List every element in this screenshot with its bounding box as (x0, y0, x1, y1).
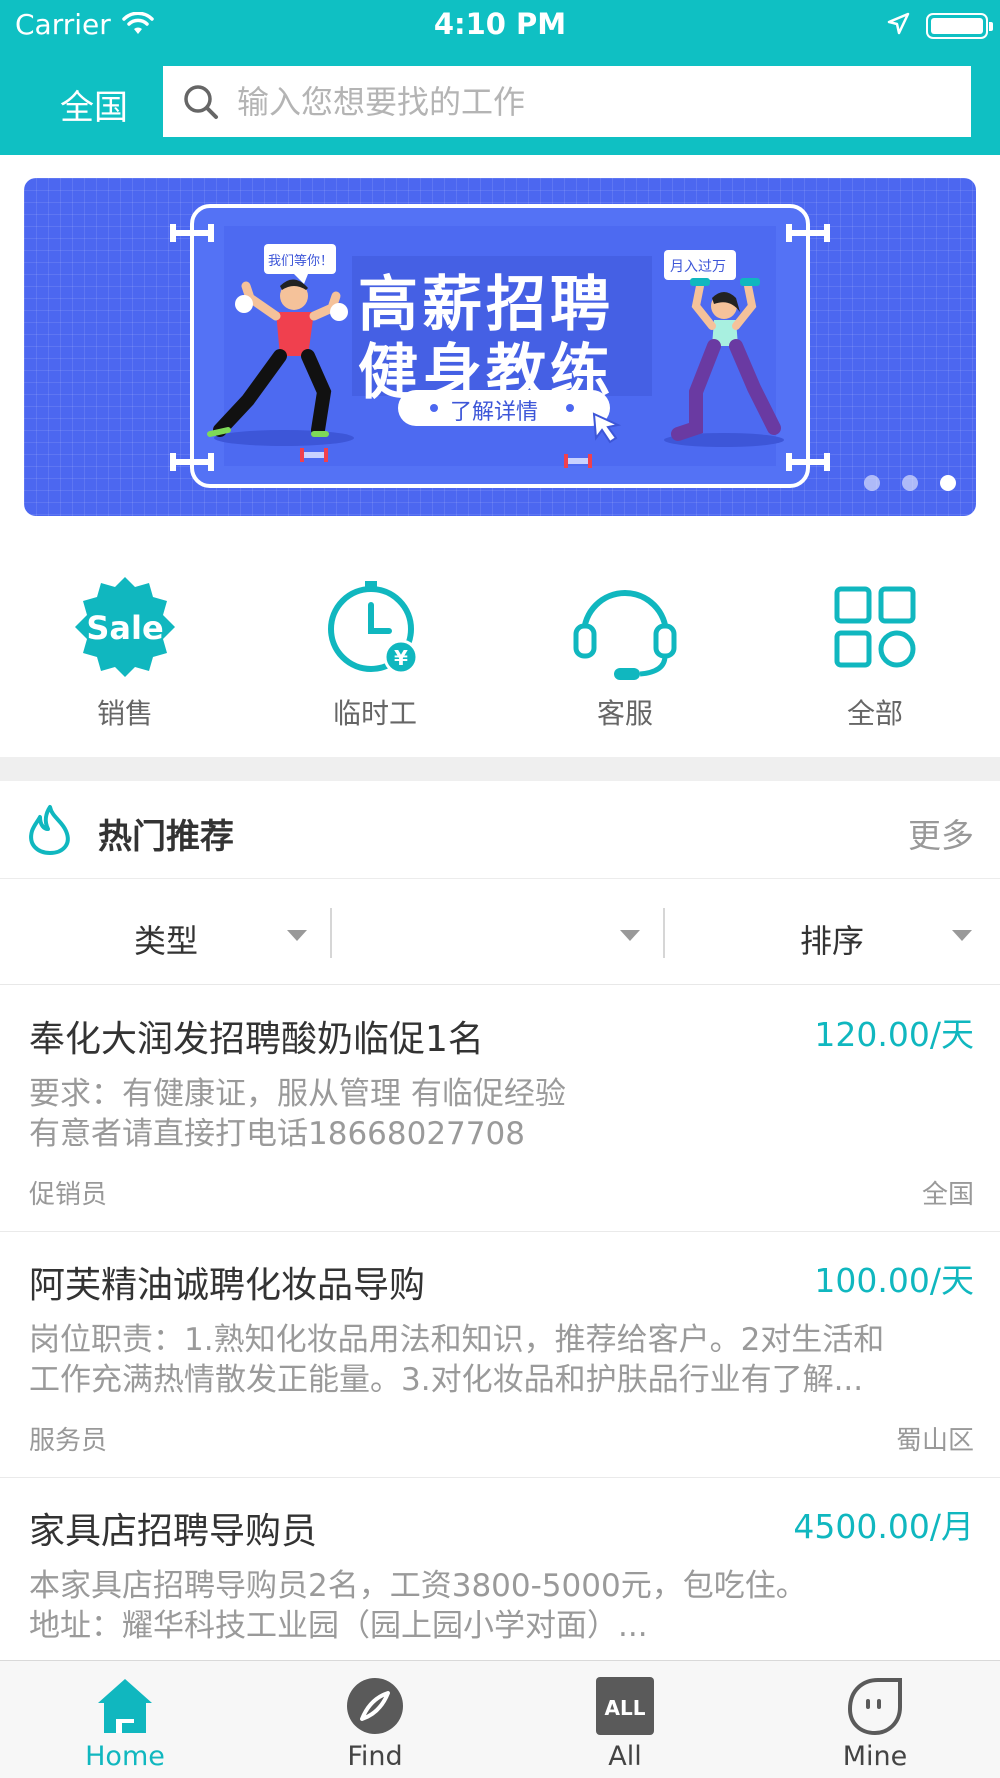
category-temp-work[interactable]: ¥ 临时工 (250, 572, 500, 742)
section-divider (0, 757, 1000, 781)
job-description: 本家具店招聘导购员2名，工资3800-5000元，包吃住。 地址：耀华科技工业园… (29, 1566, 974, 1646)
filter-middle[interactable] (332, 880, 662, 985)
category-label: 全部 (846, 697, 903, 730)
banner-dot-2[interactable] (902, 475, 918, 491)
tab-mine[interactable]: Mine (750, 1661, 1000, 1778)
job-description-line: 有意者请直接打电话18668027708 (29, 1116, 525, 1152)
location-arrow-icon (887, 12, 910, 35)
home-icon (98, 1679, 152, 1733)
category-label: 销售 (96, 697, 153, 730)
header-bar: Carrier 4:10 PM 全国 (0, 0, 1000, 155)
tab-label: Find (347, 1741, 403, 1772)
tab-home[interactable]: Home (0, 1661, 250, 1778)
grid-icon (834, 586, 916, 668)
category-grid: Sale 销售 ¥ 临时工 客服 全部 (0, 572, 1000, 742)
caret-down-icon (287, 930, 307, 941)
app-root: Carrier 4:10 PM 全国 输入您想要找的工作 我们等你！ 月入过万 … (0, 0, 1000, 1778)
banner-pagination[interactable] (864, 475, 956, 491)
hot-section-header: 热门推荐 更多 (0, 781, 1000, 879)
job-title: 阿芙精油诚聘化妆品导购 (29, 1265, 426, 1306)
filter-type[interactable]: 类型 (0, 880, 330, 985)
filter-sort[interactable]: 排序 (665, 880, 1000, 985)
status-bar: Carrier 4:10 PM (0, 0, 1000, 50)
filter-label: 类型 (134, 922, 199, 960)
yen-badge-text: ¥ (394, 646, 408, 670)
job-description-line: 工作充满热情散发正能量。3.对化妆品和护肤品行业有了解... (29, 1362, 864, 1398)
job-description-line: 岗位职责：1.熟知化妆品用法和知识，推荐给客户。2对生活和 (29, 1322, 885, 1358)
clock-yen-icon: ¥ (328, 581, 419, 675)
banner-dot-3[interactable] (940, 475, 956, 491)
banner-bubble-right: 月入过万 (670, 259, 726, 275)
all-icon: ALL (596, 1677, 654, 1735)
tab-all[interactable]: ALL All (500, 1661, 750, 1778)
profile-face-icon (847, 1678, 902, 1736)
battery-icon (926, 13, 993, 39)
filter-bar: 类型 排序 (0, 880, 1000, 985)
tab-find[interactable]: Find (250, 1661, 500, 1778)
promo-banner[interactable]: 我们等你！ 月入过万 高薪招聘 健身教练 了解详情 (24, 178, 976, 516)
job-description-line: 要求：有健康证，服从管理 有临促经验 (29, 1076, 566, 1112)
banner-cta[interactable]: 了解详情 (450, 394, 538, 426)
sale-badge-text: Sale (86, 609, 163, 647)
all-badge-text: ALL (605, 1696, 646, 1720)
category-label: 客服 (596, 697, 653, 730)
banner-dot-1[interactable] (864, 475, 880, 491)
tab-label: All (608, 1741, 642, 1772)
caret-down-icon (952, 930, 972, 941)
banner-bubble-left: 我们等你！ (268, 254, 334, 269)
job-title: 家具店招聘导购员 (29, 1511, 318, 1552)
tab-bar: Home Find ALL All Mine (0, 1660, 1000, 1778)
job-item[interactable]: 奉化大润发招聘酸奶临促1名 120.00/天 要求：有健康证，服从管理 有临促经… (0, 986, 1000, 1232)
job-category: 促销员 (29, 1180, 108, 1210)
caret-down-icon (620, 930, 640, 941)
job-area: 蜀山区 (895, 1426, 974, 1456)
job-pay: 120.00/天 (814, 1015, 974, 1054)
compass-icon (347, 1678, 403, 1734)
search-input[interactable] (237, 82, 917, 121)
job-description-line: 本家具店招聘导购员2名，工资3800-5000元，包吃住。 (29, 1568, 807, 1604)
job-description-line: 地址：耀华科技工业园（园上园小学对面）... (29, 1608, 648, 1644)
job-description: 岗位职责：1.熟知化妆品用法和知识，推荐给客户。2对生活和 工作充满热情散发正能… (29, 1320, 974, 1400)
search-bar[interactable] (163, 66, 971, 137)
headset-icon (573, 590, 677, 680)
job-area: 全国 (921, 1180, 974, 1210)
region-selector[interactable]: 全国 (60, 80, 128, 129)
category-label: 临时工 (332, 697, 417, 730)
category-customer-service[interactable]: 客服 (500, 572, 750, 742)
job-item[interactable]: 阿芙精油诚聘化妆品导购 100.00/天 岗位职责：1.熟知化妆品用法和知识，推… (0, 1232, 1000, 1478)
filter-label: 排序 (800, 922, 865, 960)
job-pay: 100.00/天 (814, 1261, 974, 1300)
sale-badge-icon: Sale (75, 577, 175, 677)
flame-icon (29, 805, 70, 855)
category-sales[interactable]: Sale 销售 (0, 572, 250, 742)
tab-label: Mine (842, 1741, 908, 1772)
tab-label: Home (85, 1741, 165, 1772)
job-description: 要求：有健康证，服从管理 有临促经验 有意者请直接打电话18668027708 (29, 1074, 974, 1154)
search-icon (184, 84, 218, 119)
job-pay: 4500.00/月 (793, 1507, 974, 1546)
status-time: 4:10 PM (433, 7, 567, 41)
job-category: 服务员 (29, 1426, 108, 1456)
more-link[interactable]: 更多 (908, 809, 974, 857)
job-item[interactable]: 家具店招聘导购员 4500.00/月 本家具店招聘导购员2名，工资3800-50… (0, 1478, 1000, 1678)
category-all[interactable]: 全部 (750, 572, 1000, 742)
job-title: 奉化大润发招聘酸奶临促1名 (29, 1019, 484, 1060)
hot-title: 热门推荐 (98, 817, 234, 857)
